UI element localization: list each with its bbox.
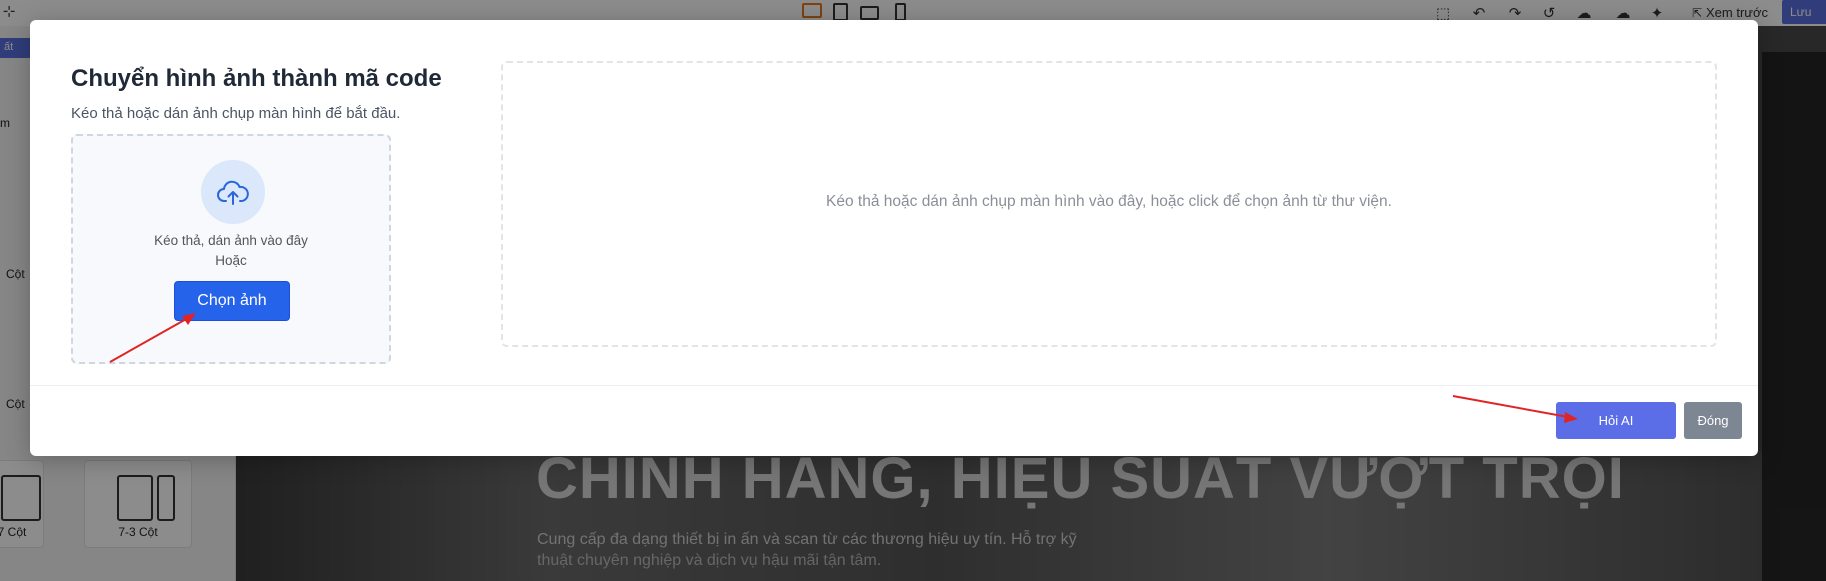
close-button[interactable]: Đóng (1684, 402, 1742, 439)
modal-title: Chuyển hình ảnh thành mã code (71, 65, 442, 92)
dropzone-instruction: Kéo thả, dán ảnh vào đây (154, 233, 308, 248)
choose-image-button[interactable]: Chọn ảnh (174, 281, 290, 321)
image-preview-dropzone[interactable]: Kéo thả hoặc dán ảnh chụp màn hình vào đ… (501, 61, 1717, 347)
cloud-upload-icon (217, 180, 249, 205)
dropzone-or: Hoặc (215, 253, 247, 268)
image-to-code-modal: Chuyển hình ảnh thành mã code Kéo thả ho… (30, 20, 1758, 456)
preview-dropzone-hint: Kéo thả hoặc dán ảnh chụp màn hình vào đ… (826, 193, 1392, 210)
upload-dropzone[interactable]: Kéo thả, dán ảnh vào đây Hoặc Chọn ảnh (71, 134, 391, 364)
upload-icon-wrapper (201, 160, 265, 224)
ask-ai-button[interactable]: Hỏi AI (1556, 402, 1676, 439)
modal-subtitle: Kéo thả hoặc dán ảnh chụp màn hình để bắ… (71, 105, 401, 122)
modal-footer-divider (30, 385, 1758, 386)
